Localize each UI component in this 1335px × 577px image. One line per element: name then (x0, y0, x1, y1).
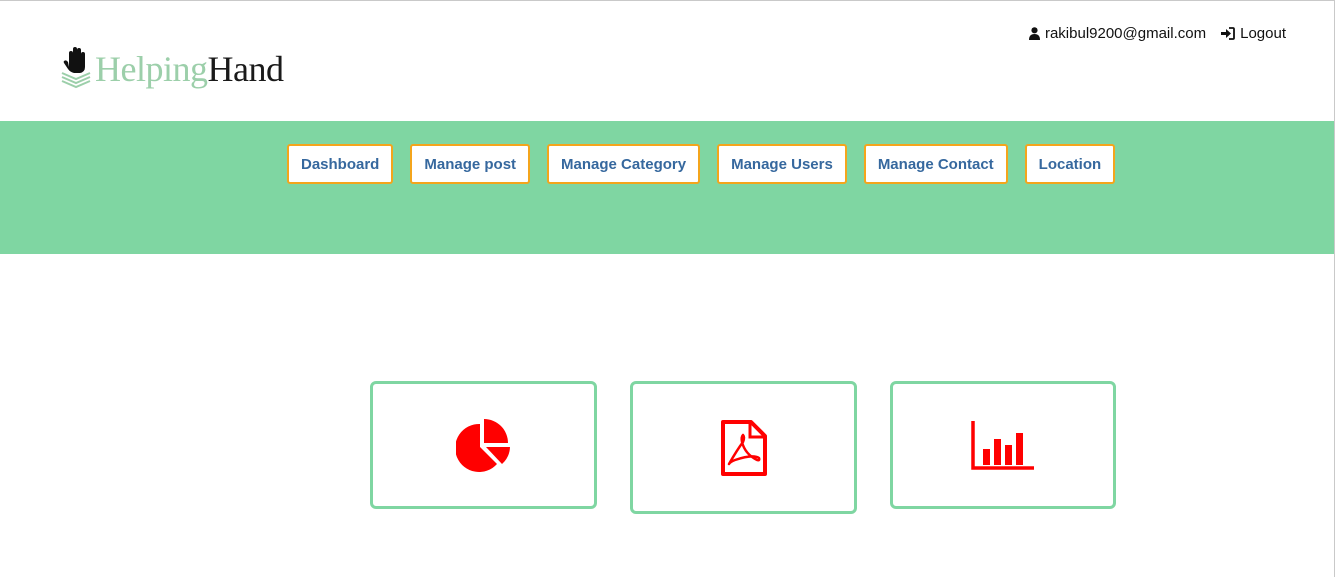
pie-chart-icon (455, 419, 510, 472)
brand-logo[interactable]: HelpingHand (60, 43, 284, 89)
brand-name-part2: Hand (207, 49, 284, 89)
bar-chart-icon (971, 421, 1034, 470)
pdf-report-card[interactable] (630, 381, 857, 514)
main-nav: Dashboard Manage post Manage Category Ma… (287, 144, 1132, 184)
nav-dashboard-button[interactable]: Dashboard (287, 144, 394, 184)
user-bar: rakibul9200@gmail.com Logout (1014, 25, 1286, 42)
bar-chart-card[interactable] (890, 381, 1116, 509)
nav-manage-category-button[interactable]: Manage Category (547, 144, 701, 184)
user-email: rakibul9200@gmail.com (1044, 25, 1207, 42)
pdf-file-icon (720, 419, 767, 476)
sign-in-icon (1221, 27, 1236, 40)
hand-stack-icon (61, 47, 91, 89)
logout-label: Logout (1240, 25, 1286, 42)
user-icon (1028, 27, 1040, 40)
nav-location-button[interactable]: Location (1024, 144, 1116, 184)
brand-name: HelpingHand (95, 49, 284, 89)
nav-manage-contact-button[interactable]: Manage Contact (863, 144, 1008, 184)
nav-manage-users-button[interactable]: Manage Users (717, 144, 847, 184)
nav-band: Dashboard Manage post Manage Category Ma… (0, 121, 1334, 254)
pie-chart-card[interactable] (370, 381, 597, 509)
logout-link[interactable]: Logout (1221, 25, 1286, 42)
brand-name-part1: Helping (95, 49, 208, 89)
nav-manage-post-button[interactable]: Manage post (410, 144, 531, 184)
user-email-link[interactable]: rakibul9200@gmail.com (1028, 25, 1207, 42)
page: HelpingHand rakibul9200@gmail.com Logout… (0, 0, 1335, 577)
